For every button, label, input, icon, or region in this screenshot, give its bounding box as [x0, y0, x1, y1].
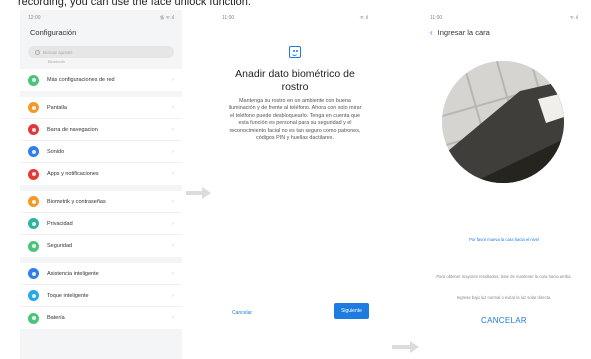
settings-group: Más configuraciones de red ›	[20, 69, 182, 91]
chevron-right-icon: ›	[172, 126, 174, 133]
chevron-right-icon: ›	[172, 220, 174, 227]
settings-item-icon	[28, 240, 39, 252]
status-icons: ᯤ.ıl	[569, 15, 578, 21]
settings-item[interactable]: Seguridad ›	[20, 235, 182, 257]
settings-item-label: Sonido	[47, 148, 65, 155]
alignment-hint: Por favor mueva la cara hacia el nivel	[469, 237, 539, 242]
settings-item[interactable]: Pantalla ›	[20, 97, 182, 119]
chevron-right-icon: ›	[172, 171, 174, 177]
arrow-right-icon	[186, 187, 211, 199]
add-face-screen: 11:00 ᯤ.ıl Anadir dato biométrico de ros…	[214, 10, 376, 359]
settings-item-icon	[28, 196, 39, 207]
settings-item-label: Asistencia inteligente	[47, 270, 99, 277]
chevron-right-icon: ›	[172, 270, 174, 277]
search-input[interactable]: Buscar ajustes	[28, 46, 174, 58]
settings-item[interactable]: Asistencia inteligente ›	[20, 263, 182, 285]
settings-item[interactable]: Privacidad ›	[20, 213, 182, 235]
cancel-button[interactable]: Cancelar	[232, 310, 252, 316]
settings-item-icon	[28, 268, 39, 279]
chevron-right-icon: ›	[172, 292, 174, 299]
settings-item-icon	[28, 168, 39, 180]
settings-item-label: Más configuraciones de red	[47, 77, 115, 83]
arrow-right-icon	[392, 341, 419, 353]
partially-hidden-item: Bluetooth	[48, 59, 65, 64]
tip-text: Para obtener mayores resultados, trate d…	[436, 274, 572, 279]
settings-item[interactable]: Apps y notificaciones ›	[20, 163, 182, 185]
settings-group: Asistencia inteligente › Toque inteligente…	[20, 263, 182, 329]
settings-item-icon	[28, 74, 39, 86]
settings-group: Biometrik y contraseñas › Privacidad › Segur…	[20, 191, 182, 257]
instructions-text: Mantenga su rostro en un ambiente con bu…	[228, 98, 362, 142]
search-placeholder: Buscar ajustes	[43, 49, 73, 55]
status-time: 12:00	[28, 15, 41, 21]
camera-preview	[442, 61, 564, 183]
settings-item[interactable]: Biometrik y contraseñas ›	[20, 191, 182, 213]
settings-item-label: Barra de navegacion	[47, 126, 98, 133]
settings-item[interactable]: Más configuraciones de red ›	[20, 69, 182, 91]
status-bar: 11:00 ᯤ.ıl	[214, 10, 376, 26]
next-button[interactable]: Siguiente	[334, 303, 369, 319]
ceiling-photo-image	[442, 61, 564, 183]
screen-header: ‹ Ingresar la cara	[430, 28, 490, 37]
settings-item[interactable]: Batería ›	[20, 307, 182, 329]
chevron-right-icon: ›	[172, 198, 174, 205]
chevron-right-icon: ›	[172, 148, 174, 155]
search-icon	[35, 49, 40, 55]
chevron-right-icon: ›	[172, 243, 174, 249]
chevron-right-icon: ›	[172, 315, 174, 321]
settings-item[interactable]: Toque inteligente ›	[20, 285, 182, 307]
chevron-right-icon: ›	[172, 104, 174, 111]
status-time: 11:00	[430, 15, 443, 21]
settings-item-icon	[28, 102, 39, 113]
settings-item-label: Toque inteligente	[47, 292, 89, 299]
page-title: Anadir dato biométrico de rostro	[235, 68, 355, 93]
back-arrow-icon[interactable]: ‹	[430, 28, 433, 37]
tip-text: Ingrese bajo luz normal o evitar la luz …	[456, 295, 552, 300]
status-icons: ᯤ.ıl	[359, 15, 368, 21]
settings-item-icon	[28, 218, 39, 229]
settings-item[interactable]: Sonido ›	[20, 141, 182, 163]
settings-item-label: Seguridad	[47, 243, 73, 249]
chevron-right-icon: ›	[172, 77, 174, 83]
enter-face-screen: 11:00 ᯤ.ıl ‹ Ingresar la cara Por favor …	[422, 10, 586, 359]
status-icons: ᯾ ᯤ.ıl	[159, 15, 174, 21]
face-id-icon	[289, 46, 301, 58]
cancel-button[interactable]: CANCELAR	[422, 316, 586, 325]
settings-item-label: Biometrik y contraseñas	[47, 198, 106, 205]
settings-item-label: Privacidad	[47, 220, 73, 227]
settings-item-icon	[28, 146, 39, 157]
top-caption: recording, you can use the face unlock f…	[18, 0, 251, 8]
settings-item-icon	[28, 124, 39, 135]
settings-item-icon	[28, 290, 39, 301]
settings-group: Pantalla › Barra de navegacion › Sonido › Apps…	[20, 97, 182, 185]
settings-item-label: Apps y notificaciones	[47, 171, 99, 177]
status-bar: 11:00 ᯤ.ıl	[422, 10, 586, 26]
page-title: Configuración	[30, 28, 77, 37]
settings-item-icon	[28, 312, 39, 324]
settings-list: Más configuraciones de red › Pantalla › Barr…	[20, 69, 182, 329]
page-title: Ingresar la cara	[437, 28, 490, 37]
status-bar: 12:00 ᯾ ᯤ.ıl	[20, 10, 182, 26]
settings-item-label: Pantalla	[47, 104, 67, 111]
settings-item-label: Batería	[47, 315, 65, 321]
status-time: 11:00	[222, 15, 235, 21]
settings-screen: 12:00 ᯾ ᯤ.ıl Configuración Buscar ajuste…	[20, 10, 182, 359]
settings-item[interactable]: Barra de navegacion ›	[20, 119, 182, 141]
